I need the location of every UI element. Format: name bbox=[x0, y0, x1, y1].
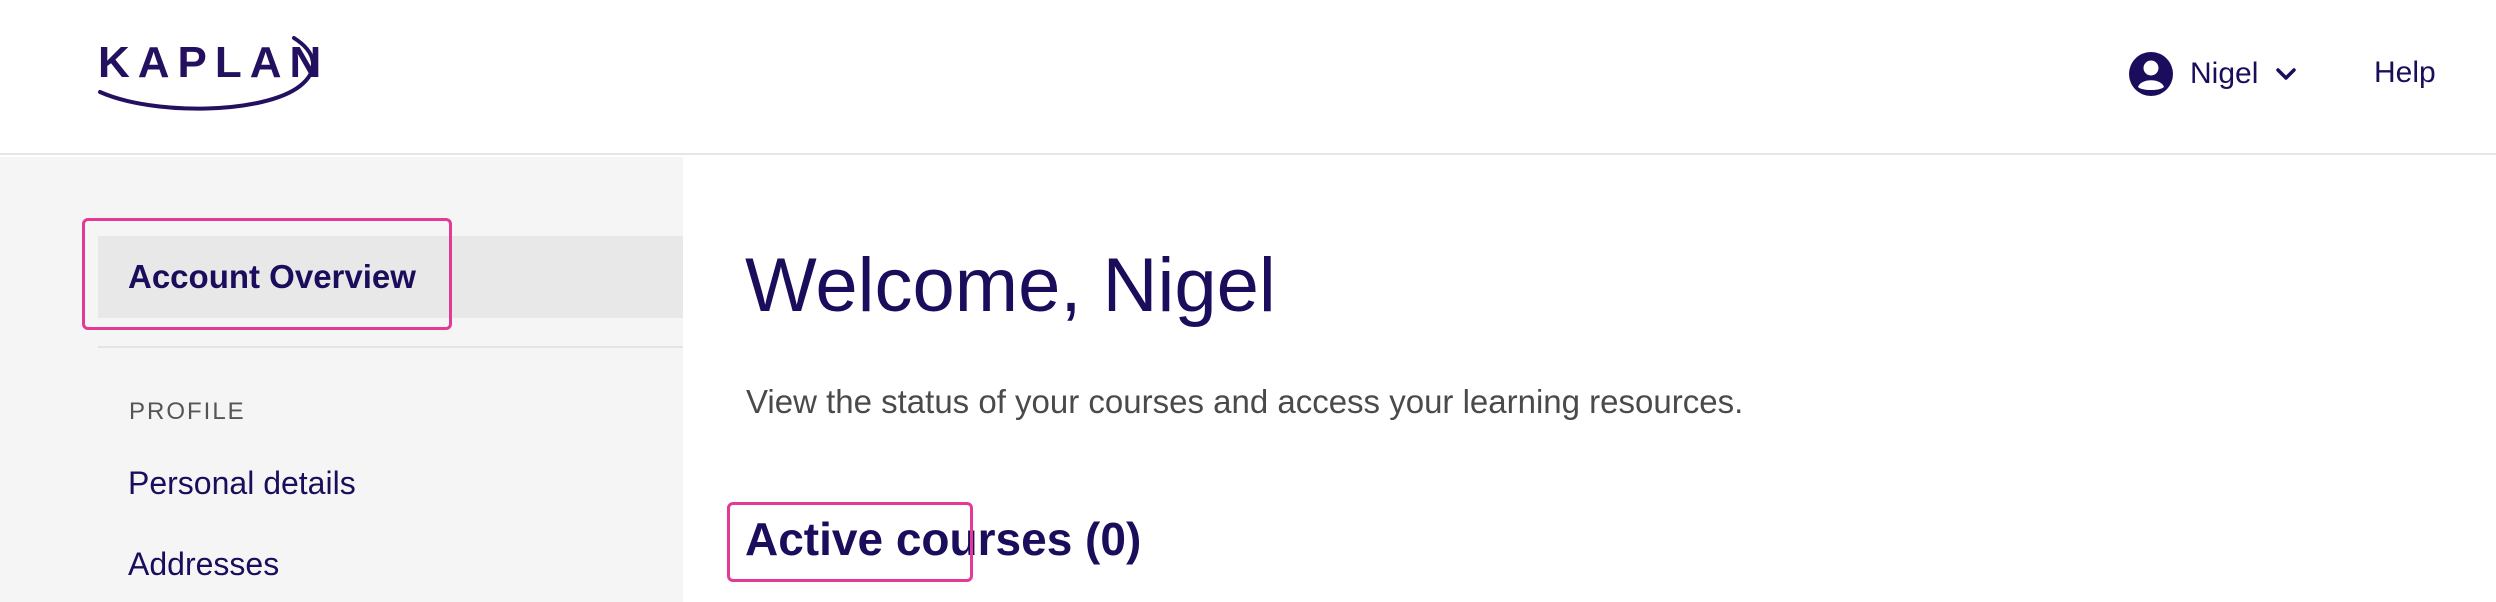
top-header: KAPLAN Nigel Help bbox=[0, 0, 2496, 155]
user-menu-button[interactable]: Nigel bbox=[2128, 48, 2300, 100]
help-link[interactable]: Help bbox=[2374, 56, 2436, 90]
main-content: Welcome, Nigel View the status of your c… bbox=[683, 157, 2496, 602]
sidebar-section-profile: PROFILE bbox=[129, 398, 246, 425]
page-title: Welcome, Nigel bbox=[745, 243, 1276, 328]
sidebar-item-personal-details[interactable]: Personal details bbox=[128, 465, 356, 502]
sidebar-item-label: Account Overview bbox=[128, 258, 416, 295]
sidebar-item-addresses[interactable]: Addresses bbox=[128, 546, 279, 583]
sidebar-item-account-overview[interactable]: Account Overview bbox=[98, 236, 683, 318]
active-courses-heading: Active courses (0) bbox=[745, 513, 1142, 565]
page-subtitle: View the status of your courses and acce… bbox=[746, 383, 1744, 420]
chevron-down-icon bbox=[2276, 68, 2297, 80]
user-avatar-icon bbox=[2129, 52, 2173, 96]
logo-swoosh-icon bbox=[98, 36, 315, 111]
sidebar-divider bbox=[98, 346, 683, 348]
kaplan-logo[interactable]: KAPLAN bbox=[94, 30, 326, 116]
user-name: Nigel bbox=[2190, 57, 2259, 90]
sidebar: Account Overview PROFILE Personal detail… bbox=[0, 157, 683, 602]
